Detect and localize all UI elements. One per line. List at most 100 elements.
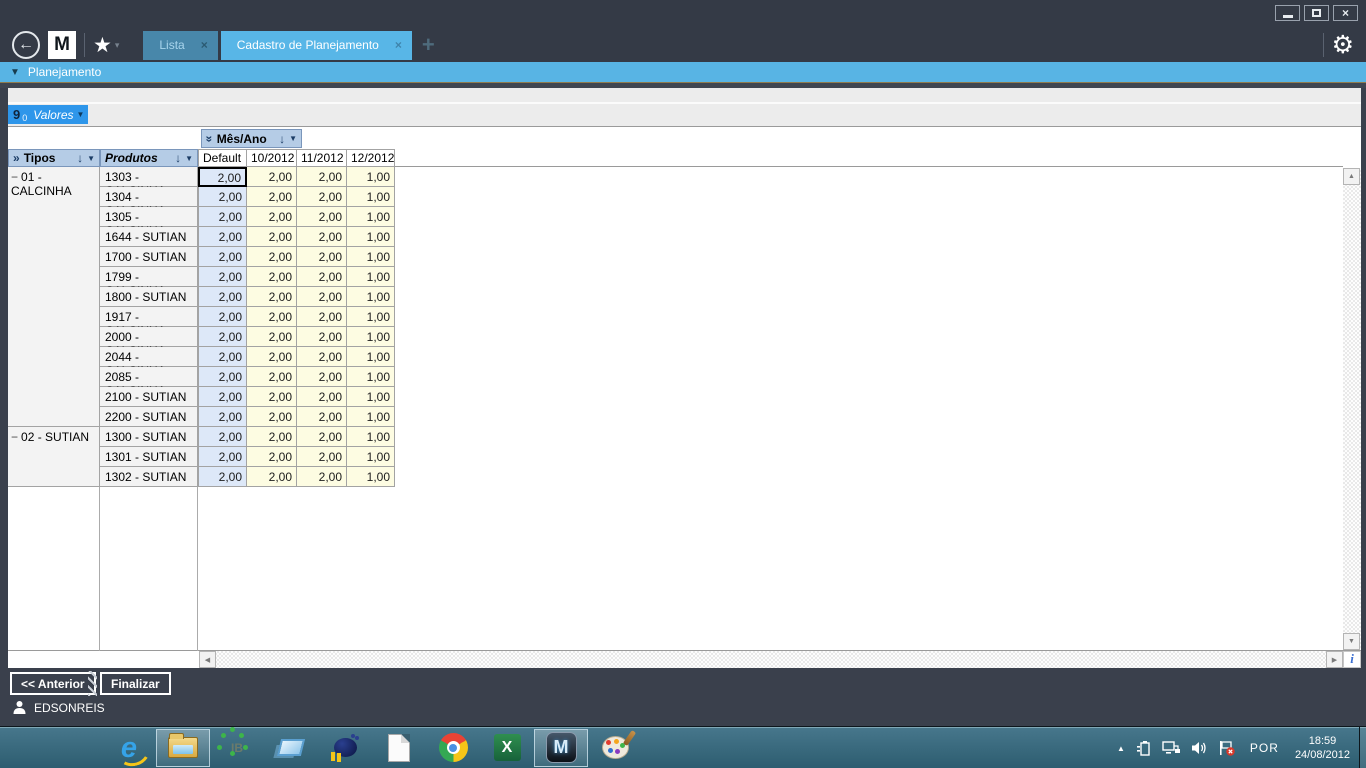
value-cell[interactable]: 2,00 (198, 187, 247, 207)
tab-cadastro-de-planejamento[interactable]: Cadastro de Planejamento × (221, 31, 412, 60)
value-cell[interactable]: 2,00 (198, 447, 247, 467)
minimize-button[interactable] (1275, 5, 1300, 21)
value-cell[interactable]: 2,00 (247, 427, 297, 447)
value-cell[interactable]: 2,00 (297, 347, 347, 367)
value-cell[interactable]: 2,00 (297, 387, 347, 407)
product-cell[interactable]: 1302 - SUTIAN (100, 467, 198, 487)
taskbar-notepad[interactable] (372, 729, 426, 767)
value-cell[interactable]: 2,00 (198, 307, 247, 327)
value-cell[interactable]: 2,00 (297, 467, 347, 487)
row-field-chip-tipos[interactable]: » Tipos ↓ ▼ (8, 149, 100, 167)
value-cell[interactable]: 2,00 (198, 167, 247, 187)
back-button[interactable]: ← (12, 31, 40, 59)
close-button[interactable]: × (1333, 5, 1358, 21)
value-cell[interactable]: 2,00 (247, 387, 297, 407)
value-cell[interactable]: 2,00 (198, 327, 247, 347)
anterior-button[interactable]: << Anterior (10, 672, 96, 695)
value-cell[interactable]: 2,00 (247, 207, 297, 227)
value-cell[interactable]: 1,00 (347, 407, 395, 427)
value-cell[interactable]: 2,00 (247, 447, 297, 467)
value-cell[interactable]: 2,00 (198, 407, 247, 427)
taskbar-internet-explorer[interactable]: e (102, 729, 156, 767)
tab-close-icon[interactable]: × (201, 38, 208, 52)
taskbar-messenger[interactable] (318, 729, 372, 767)
value-cell[interactable]: 2,00 (247, 327, 297, 347)
product-cell[interactable]: 1300 - SUTIAN (100, 427, 198, 447)
product-cell[interactable]: 1305 - CALCINHA (100, 207, 198, 227)
value-cell[interactable]: 2,00 (198, 287, 247, 307)
value-cell[interactable]: 2,00 (297, 267, 347, 287)
taskbar-m-app[interactable]: M (534, 729, 588, 767)
filter-caret-icon[interactable]: ▼ (185, 154, 193, 163)
value-cell[interactable]: 2,00 (247, 467, 297, 487)
app-logo[interactable]: M (48, 31, 76, 59)
value-cell[interactable]: 1,00 (347, 267, 395, 287)
tray-expand-icon[interactable]: ▲ (1117, 744, 1125, 753)
sort-down-icon[interactable]: ↓ (279, 132, 285, 146)
group-label-cell[interactable]: −01 - CALCINHA (8, 167, 100, 427)
speaker-icon[interactable] (1191, 740, 1208, 756)
taskbar-dev-tool[interactable] (264, 729, 318, 767)
product-cell[interactable]: 1644 - SUTIAN (100, 227, 198, 247)
value-cell[interactable]: 2,00 (297, 167, 347, 187)
collapse-group-icon[interactable]: − (11, 170, 18, 184)
new-tab-icon[interactable]: + (422, 35, 435, 55)
value-cell[interactable]: 2,00 (198, 367, 247, 387)
taskbar-chrome[interactable] (426, 729, 480, 767)
tab-close-icon[interactable]: × (395, 38, 402, 52)
taskbar-excel[interactable]: X (480, 729, 534, 767)
value-cell[interactable]: 1,00 (347, 427, 395, 447)
taskbar-file-explorer[interactable] (156, 729, 210, 767)
splitter-grip[interactable] (88, 671, 97, 696)
group-label-cell[interactable]: −02 - SUTIAN (8, 427, 100, 487)
value-cell[interactable]: 2,00 (247, 167, 297, 187)
value-cell[interactable]: 2,00 (198, 207, 247, 227)
scroll-left-button[interactable]: ◀ (199, 651, 216, 668)
taskbar-ib-tool[interactable]: IB (210, 729, 264, 767)
value-cell[interactable]: 2,00 (198, 267, 247, 287)
power-icon[interactable] (1135, 740, 1152, 757)
value-cell[interactable]: 2,00 (198, 427, 247, 447)
show-desktop-button[interactable] (1359, 727, 1366, 768)
collapse-group-icon[interactable]: − (11, 430, 18, 444)
value-cell[interactable]: 1,00 (347, 467, 395, 487)
chevron-down-icon[interactable]: ▼ (77, 110, 85, 119)
value-cell[interactable]: 2,00 (297, 327, 347, 347)
value-cell[interactable]: 2,00 (247, 307, 297, 327)
favorites-caret-icon[interactable]: ▾ (115, 40, 120, 51)
product-cell[interactable]: 2085 - CALCINHA (100, 367, 198, 387)
value-cell[interactable]: 2,00 (247, 187, 297, 207)
gear-icon[interactable]: ⚙ (1332, 32, 1354, 58)
language-indicator[interactable]: POR (1250, 741, 1279, 755)
value-cell[interactable]: 2,00 (198, 467, 247, 487)
value-cell[interactable]: 2,00 (247, 267, 297, 287)
value-cell[interactable]: 2,00 (247, 407, 297, 427)
value-cell[interactable]: 2,00 (297, 407, 347, 427)
value-cell[interactable]: 2,00 (297, 447, 347, 467)
tab-lista[interactable]: Lista × (143, 31, 217, 60)
filter-caret-icon[interactable]: ▼ (87, 154, 95, 163)
value-cell[interactable]: 2,00 (297, 367, 347, 387)
taskbar-clock[interactable]: 18:59 24/08/2012 (1295, 734, 1350, 762)
value-cell[interactable]: 1,00 (347, 327, 395, 347)
value-cell[interactable]: 2,00 (247, 367, 297, 387)
product-cell[interactable]: 2200 - SUTIAN (100, 407, 198, 427)
product-cell[interactable]: 1700 - SUTIAN (100, 247, 198, 267)
panel-header[interactable]: ▼ Planejamento (0, 62, 1366, 83)
value-cell[interactable]: 2,00 (297, 227, 347, 247)
product-cell[interactable]: 1799 - CALCINHA (100, 267, 198, 287)
value-cell[interactable]: 2,00 (198, 247, 247, 267)
product-cell[interactable]: 1303 - CALCINHA (100, 167, 198, 187)
row-field-chip-produtos[interactable]: Produtos ↓ ▼ (100, 149, 198, 167)
product-cell[interactable]: 2000 - CALCINHA (100, 327, 198, 347)
network-icon[interactable] (1162, 740, 1181, 756)
value-cell[interactable]: 2,00 (247, 227, 297, 247)
product-cell[interactable]: 2044 - CALCINHA (100, 347, 198, 367)
value-cell[interactable]: 2,00 (198, 387, 247, 407)
value-cell[interactable]: 2,00 (297, 247, 347, 267)
scroll-right-button[interactable]: ▶ (1326, 651, 1343, 668)
vertical-scrollbar[interactable]: ▲ ▼ (1343, 168, 1361, 650)
value-cell[interactable]: 1,00 (347, 167, 395, 187)
values-field-chip[interactable]: 9 0 Valores ▼ (8, 105, 88, 124)
value-cell[interactable]: 2,00 (297, 187, 347, 207)
